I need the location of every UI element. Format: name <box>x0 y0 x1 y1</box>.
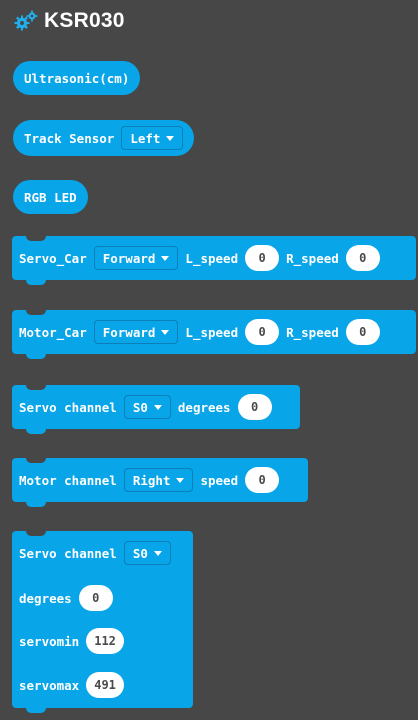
track-sensor-side-dropdown[interactable]: Left <box>121 126 184 150</box>
motor-channel-label: Motor channel <box>19 472 117 488</box>
rgb-led-block[interactable]: RGB LED <box>13 180 88 214</box>
chevron-down-icon <box>166 135 175 141</box>
rgb-led-label: RGB LED <box>24 189 77 205</box>
motor-car-label: Motor_Car <box>19 324 87 340</box>
servo-channel-degrees-label: degrees <box>177 399 231 415</box>
servo-channel-label: Servo channel <box>19 399 117 415</box>
motor-channel-speed-label: speed <box>200 472 239 488</box>
category-header: KSR030 <box>14 8 125 34</box>
motor-car-r-speed-field[interactable]: 0 <box>345 319 380 345</box>
servo-range-degrees-label: degrees <box>19 590 72 606</box>
track-sensor-block[interactable]: Track Sensor Left <box>13 120 195 156</box>
motor-car-l-speed-label: L_speed <box>185 324 239 340</box>
servo-car-direction-dropdown[interactable]: Forward <box>93 246 179 270</box>
servo-channel-degrees-field[interactable]: 0 <box>237 394 272 420</box>
chevron-down-icon <box>161 329 170 335</box>
servo-car-r-speed-label: R_speed <box>286 250 339 266</box>
motor-channel-block[interactable]: Motor channel Right speed 0 <box>12 458 308 507</box>
servo-range-min-label: servomin <box>19 633 80 649</box>
chevron-down-icon <box>153 550 162 556</box>
motor-channel-speed-field[interactable]: 0 <box>245 467 280 493</box>
motor-car-direction-value: Forward <box>102 324 156 340</box>
servo-car-l-speed-label: L_speed <box>185 250 239 266</box>
servo-car-direction-value: Forward <box>102 250 156 266</box>
chevron-down-icon <box>161 255 170 261</box>
motor-channel-dropdown[interactable]: Right <box>123 468 194 492</box>
servo-range-label: Servo channel <box>19 545 117 561</box>
motor-car-direction-dropdown[interactable]: Forward <box>93 320 179 344</box>
servo-range-degrees-field[interactable]: 0 <box>78 585 113 611</box>
motor-car-block[interactable]: Motor_Car Forward L_speed 0 R_speed 0 <box>12 310 416 359</box>
servo-car-block[interactable]: Servo_Car Forward L_speed 0 R_speed 0 <box>12 236 416 285</box>
servo-range-max-field[interactable]: 491 <box>86 672 124 698</box>
servo-channel-block[interactable]: Servo channel S0 degrees 0 <box>12 385 300 434</box>
motor-car-l-speed-field[interactable]: 0 <box>245 319 280 345</box>
servo-range-max-label: servomax <box>19 677 80 693</box>
servo-car-l-speed-field[interactable]: 0 <box>245 245 280 271</box>
servo-channel-range-block[interactable]: Servo channel S0 degrees 0 servomin 112 … <box>12 531 193 713</box>
gears-icon <box>14 10 38 31</box>
track-sensor-side-value: Left <box>130 130 161 146</box>
servo-car-r-speed-field[interactable]: 0 <box>345 245 380 271</box>
servo-car-label: Servo_Car <box>19 250 87 266</box>
servo-range-min-field[interactable]: 112 <box>86 628 124 654</box>
chevron-down-icon <box>153 404 162 410</box>
motor-channel-value: Right <box>132 472 171 488</box>
ultrasonic-label: Ultrasonic(cm) <box>24 70 130 86</box>
servo-channel-dropdown[interactable]: S0 <box>123 395 171 419</box>
servo-range-channel-value: S0 <box>132 545 148 561</box>
servo-range-channel-dropdown[interactable]: S0 <box>123 541 171 565</box>
ultrasonic-block[interactable]: Ultrasonic(cm) <box>13 61 141 95</box>
category-title: KSR030 <box>44 9 125 32</box>
motor-car-r-speed-label: R_speed <box>286 324 339 340</box>
servo-channel-value: S0 <box>132 399 148 415</box>
track-sensor-label: Track Sensor <box>24 130 115 146</box>
chevron-down-icon <box>176 477 185 483</box>
